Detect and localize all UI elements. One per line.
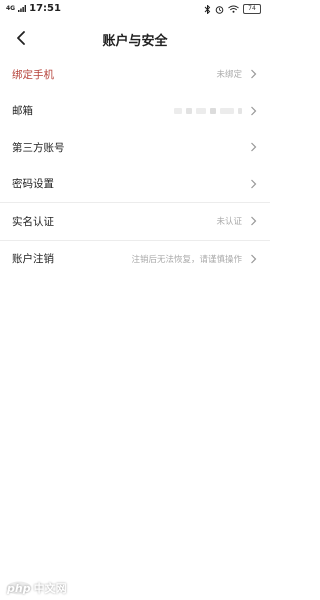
wifi-icon <box>228 5 239 13</box>
row-bind-phone[interactable]: 绑定手机 未绑定 <box>0 56 270 93</box>
row-third-party-accounts[interactable]: 第三方账号 <box>0 129 270 166</box>
row-password-settings[interactable]: 密码设置 <box>0 166 270 203</box>
chevron-right-icon <box>250 179 258 189</box>
row-label: 邮箱 <box>12 105 33 118</box>
chevron-right-icon <box>250 142 258 152</box>
signal-indicator: 4G <box>6 4 16 12</box>
battery-indicator: 74 <box>243 4 261 14</box>
row-account-cancellation[interactable]: 账户注销 注销后无法恢复，请谨慎操作 <box>0 241 270 278</box>
row-value: 未绑定 <box>216 70 242 81</box>
watermark-brand: php <box>7 581 31 595</box>
chevron-right-icon <box>250 216 258 226</box>
row-real-name-verification[interactable]: 实名认证 未认证 <box>0 203 270 240</box>
status-left: 4G 17:51 <box>6 3 61 14</box>
row-value: 未认证 <box>216 217 242 228</box>
bluetooth-icon <box>204 4 211 14</box>
row-label: 第三方账号 <box>12 141 65 154</box>
row-label: 账户注销 <box>12 253 54 266</box>
settings-list: 绑定手机 未绑定 邮箱 第三方账号 密码设置 实名认证 未认证 账户注销 注销后… <box>0 56 270 277</box>
status-time: 17:51 <box>29 3 61 14</box>
alarm-icon <box>215 5 224 14</box>
row-value: 注销后无法恢复，请谨慎操作 <box>131 254 242 265</box>
watermark-site: 中文网 <box>33 582 67 595</box>
email-redacted-value <box>174 107 242 114</box>
status-right: 74 <box>204 4 261 14</box>
nav-bar: 账户与安全 <box>0 22 270 56</box>
chevron-right-icon <box>250 254 258 264</box>
status-bar: 4G 17:51 74 <box>0 0 270 22</box>
chevron-right-icon <box>250 106 258 116</box>
row-label: 密码设置 <box>12 178 54 191</box>
row-label: 实名认证 <box>12 215 54 228</box>
chevron-right-icon <box>250 69 258 79</box>
row-email[interactable]: 邮箱 <box>0 93 270 130</box>
row-label: 绑定手机 <box>12 68 54 81</box>
watermark-logo: php 中文网 <box>6 580 67 596</box>
signal-bars-icon <box>18 5 27 12</box>
page-title: 账户与安全 <box>102 34 168 49</box>
